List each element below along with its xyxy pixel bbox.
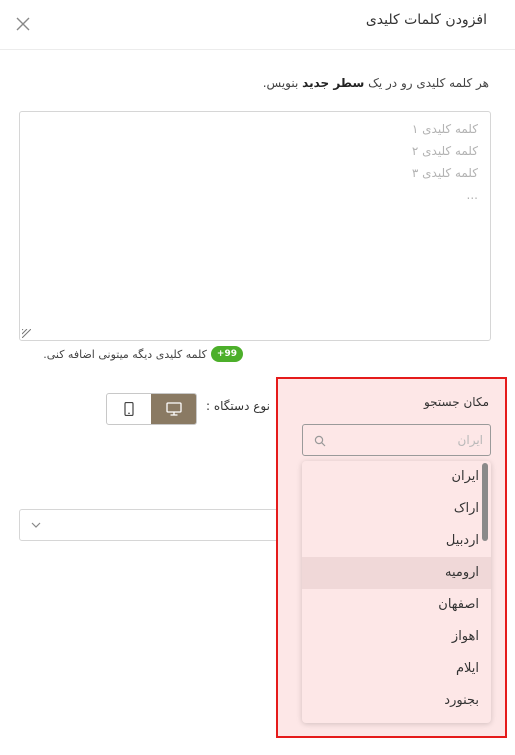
location-option[interactable]: بجنورد: [302, 685, 491, 717]
chevron-down-icon: [31, 522, 41, 528]
location-search-box[interactable]: [302, 424, 491, 456]
location-option[interactable]: اراک: [302, 493, 491, 525]
placeholder-line: ...: [466, 188, 478, 202]
collapsed-select[interactable]: [19, 509, 319, 541]
search-location-panel: مکان جستجو ایران اراک اردبیل ارومیه اصفه…: [276, 377, 507, 738]
modal-title: افزودن کلمات کلیدی: [365, 12, 487, 28]
keywords-textarea[interactable]: کلمه کلیدی ۱ کلمه کلیدی ۲ کلمه کلیدی ۳ .…: [19, 111, 491, 341]
location-option[interactable]: ایران: [302, 461, 491, 493]
remaining-count-badge: +99: [210, 346, 243, 362]
location-option[interactable]: اهواز: [302, 621, 491, 653]
desktop-icon: [165, 402, 182, 416]
instruction-before: هر کلمه کلیدی رو در یک: [364, 76, 489, 90]
location-search-input[interactable]: [333, 429, 483, 451]
resize-handle-icon[interactable]: [22, 329, 31, 338]
counter-text: کلمه کلیدی دیگه میتونی اضافه کنی.: [43, 347, 207, 361]
location-option[interactable]: اصفهان: [302, 589, 491, 621]
location-option[interactable]: اردبیل: [302, 525, 491, 557]
modal-header: افزودن کلمات کلیدی: [0, 0, 515, 50]
device-type-label: نوع دستگاه :: [206, 399, 270, 413]
search-icon: [314, 435, 326, 447]
instruction-text: هر کلمه کلیدی رو در یک سطر جدید بنویس.: [263, 76, 489, 90]
close-icon[interactable]: [14, 15, 32, 33]
search-location-label: مکان جستجو: [423, 395, 489, 409]
location-dropdown-list[interactable]: ایران اراک اردبیل ارومیه اصفهان اهواز ای…: [302, 461, 491, 723]
instruction-after: بنویس.: [262, 76, 303, 90]
dropdown-scrollbar[interactable]: [482, 463, 488, 541]
keyword-counter: +99 کلمه کلیدی دیگه میتونی اضافه کنی.: [43, 346, 243, 362]
mobile-icon: [124, 402, 134, 416]
mobile-device-button[interactable]: [107, 394, 151, 424]
placeholder-line: کلمه کلیدی ۳: [411, 166, 478, 180]
device-type-toggle[interactable]: [106, 393, 197, 425]
location-option[interactable]: ارومیه: [302, 557, 491, 589]
location-option[interactable]: ایلام: [302, 653, 491, 685]
placeholder-line: کلمه کلیدی ۱: [411, 122, 478, 136]
desktop-device-button[interactable]: [151, 394, 196, 424]
placeholder-line: کلمه کلیدی ۲: [411, 144, 478, 158]
instruction-bold: سطر جدید: [302, 76, 365, 90]
keywords-placeholder: کلمه کلیدی ۱ کلمه کلیدی ۲ کلمه کلیدی ۳ .…: [412, 118, 478, 206]
